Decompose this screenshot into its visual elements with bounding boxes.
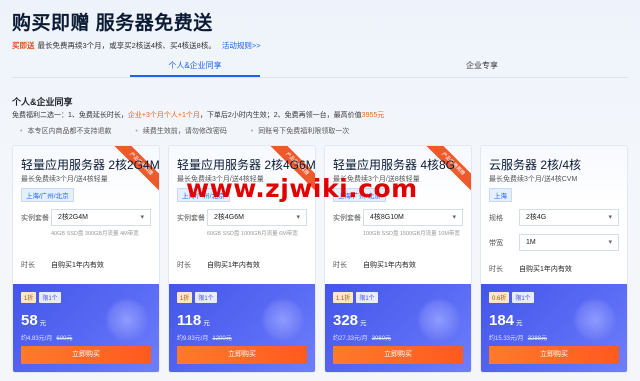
plan-select[interactable]: 4核8G10M [363,209,463,226]
plan-select[interactable]: 2核4G6M [207,209,307,226]
rule-text-b: ，下单后2小时内生效；2、免费再领一台，最高价值 [199,112,362,119]
limit-badge: 限1个 [356,292,378,303]
price-panel: 1折 限1个 58 元 约4.83元/月 600元 立即购买 [13,284,159,372]
promo-text: 最长免费再续3个月，或享买2核送4核、买4核送8核。 [37,41,216,50]
site-watermark: www.zjwiki.com [186,174,418,203]
tab-enterprise-only[interactable]: 企业专享 [417,60,547,71]
price-unit: 元 [39,320,47,327]
duration-label: 时长 [333,262,347,269]
price-value: 184 [489,312,515,329]
cloud-decoration-icon [105,298,149,342]
original-price: 600元 [56,336,73,342]
bandwidth-select[interactable]: 1M [519,234,619,251]
duration-value: 自购买1年内有效 [363,262,416,269]
region-tag[interactable]: 上海 [489,188,512,202]
page-title: 购买即赠 服务器免费送 [12,13,213,34]
price-value: 58 [21,312,38,329]
price-panel: 1.1折 限1个 328 元 约27.33元/月 3060元 立即购买 [325,284,471,372]
price-panel: 1折 限1个 118 元 约9.83元/月 1200元 立即购买 [169,284,315,372]
limit-badge: 限1个 [512,292,534,303]
notes-list: 本专区内商品都不支持退款 续费生效前，请勿修改密码 同账号下免费福利限领取一次 [20,126,371,136]
product-name: 云服务器 2核/4核 [489,158,582,172]
plan-spec-note: 40GB SSD盘 300GB月流量 4M带宽 [51,231,139,237]
duration-label: 时长 [177,262,191,269]
cloud-decoration-icon [261,298,305,342]
price: 58 元 [21,312,46,330]
price-value: 328 [333,312,359,329]
price-unit: 元 [203,320,210,327]
duration-value: 自购买1年内有效 [519,266,572,273]
discount-badge: 1折 [21,292,37,303]
monthly-price: 约9.83元/月 [177,336,209,342]
price-unit: 元 [516,320,523,327]
product-subtitle: 最长免费续3个月/送4核CVM [489,176,578,183]
product-name: 轻量应用服务器 2核2G4M [21,158,160,172]
discount-badge: 1折 [177,292,193,303]
price-detail: 约9.83元/月 1200元 [177,333,232,342]
original-price: 3060元 [371,336,392,342]
price-detail: 约15.33元/月 3288元 [489,333,547,342]
buy-button[interactable]: 立即购买 [333,346,463,364]
price: 328 元 [333,312,367,330]
rule-value: 3955元 [361,112,385,119]
tab-personal-enterprise[interactable]: 个人&企业同享 [130,60,260,77]
tab-bar: 个人&企业同享 企业专享 [12,58,628,78]
price-badges: 1.1折 限1个 [333,292,378,303]
monthly-price: 约15.33元/月 [489,336,524,342]
product-name: 轻量应用服务器 4核8G [333,158,456,172]
limit-badge: 限1个 [39,292,61,303]
limit-badge: 限1个 [195,292,217,303]
spec-select[interactable]: 2核4G [519,209,619,226]
promo-bar: 买即送 最长免费再续3个月，或享买2核送4核、买4核送8核。 活动规则>> [12,40,261,51]
price-value: 118 [177,312,202,329]
plan-label: 实例套餐 [21,215,49,222]
buy-button[interactable]: 立即购买 [489,346,619,364]
bandwidth-label: 带宽 [489,240,503,247]
discount-badge: 1.1折 [333,292,354,303]
product-card: 云服务器 2核/4核 最长免费续3个月/送4核CVM 上海 规格 2核4G 带宽… [480,145,628,373]
buy-button[interactable]: 立即购买 [177,346,307,364]
promo-tag: 买即送 [12,41,35,50]
discount-badge: 0.6折 [489,292,510,303]
note-item: 本专区内商品都不支持退款 [20,128,111,135]
plan-spec-note: 60GB SSD盘 1000GB月流量 6M带宽 [207,231,298,237]
monthly-price: 约4.83元/月 [21,336,53,342]
region-tag[interactable]: 上海/广州/北京 [21,188,74,202]
price-panel: 0.6折 限1个 184 元 约15.33元/月 3288元 立即购买 [481,284,627,372]
duration-label: 时长 [489,266,503,273]
plan-label: 实例套餐 [177,215,205,222]
price-unit: 元 [360,320,367,327]
plan-select[interactable]: 2核2G4M [51,209,151,226]
rules-link[interactable]: 活动规则>> [222,41,261,50]
product-subtitle: 最长免费续3个月/送4核轻量 [21,176,108,183]
product-card: 产品免费再赠 轻量应用服务器 2核2G4M 最长免费续3个月/送4核轻量 上海/… [12,145,160,373]
page-header: 购买即赠 服务器免费送 [12,8,213,35]
price-detail: 约4.83元/月 600元 [21,333,72,342]
spec-label: 规格 [489,215,503,222]
buy-button[interactable]: 立即购买 [21,346,151,364]
price-badges: 1折 限1个 [21,292,61,303]
price: 184 元 [489,312,523,330]
cloud-decoration-icon [573,298,617,342]
note-item: 续费生效前，请勿修改密码 [135,128,226,135]
monthly-price: 约27.33元/月 [333,336,368,342]
plan-spec-note: 100GB SSD盘 1500GB月流量 10M带宽 [363,231,460,237]
price: 118 元 [177,312,210,330]
note-item: 同账号下免费福利限领取一次 [251,128,349,135]
rule-highlight: 企业+3个月个人+1个月 [127,112,200,119]
price-detail: 约27.33元/月 3060元 [333,333,391,342]
rule-text-a: 免费福利二选一：1、免费延长时长， [12,112,128,119]
price-badges: 1折 限1个 [177,292,217,303]
duration-label: 时长 [21,262,35,269]
section-title: 个人&企业同享 [12,97,73,107]
cloud-decoration-icon [417,298,461,342]
original-price: 3288元 [527,336,548,342]
original-price: 1200元 [212,336,232,342]
price-badges: 0.6折 限1个 [489,292,534,303]
duration-value: 自购买1年内有效 [51,262,104,269]
benefit-rules: 免费福利二选一：1、免费延长时长，企业+3个月个人+1个月，下单后2小时内生效；… [12,110,384,120]
product-name: 轻量应用服务器 2核4G6M [177,158,316,172]
plan-label: 实例套餐 [333,215,361,222]
duration-value: 自购买1年内有效 [207,262,260,269]
